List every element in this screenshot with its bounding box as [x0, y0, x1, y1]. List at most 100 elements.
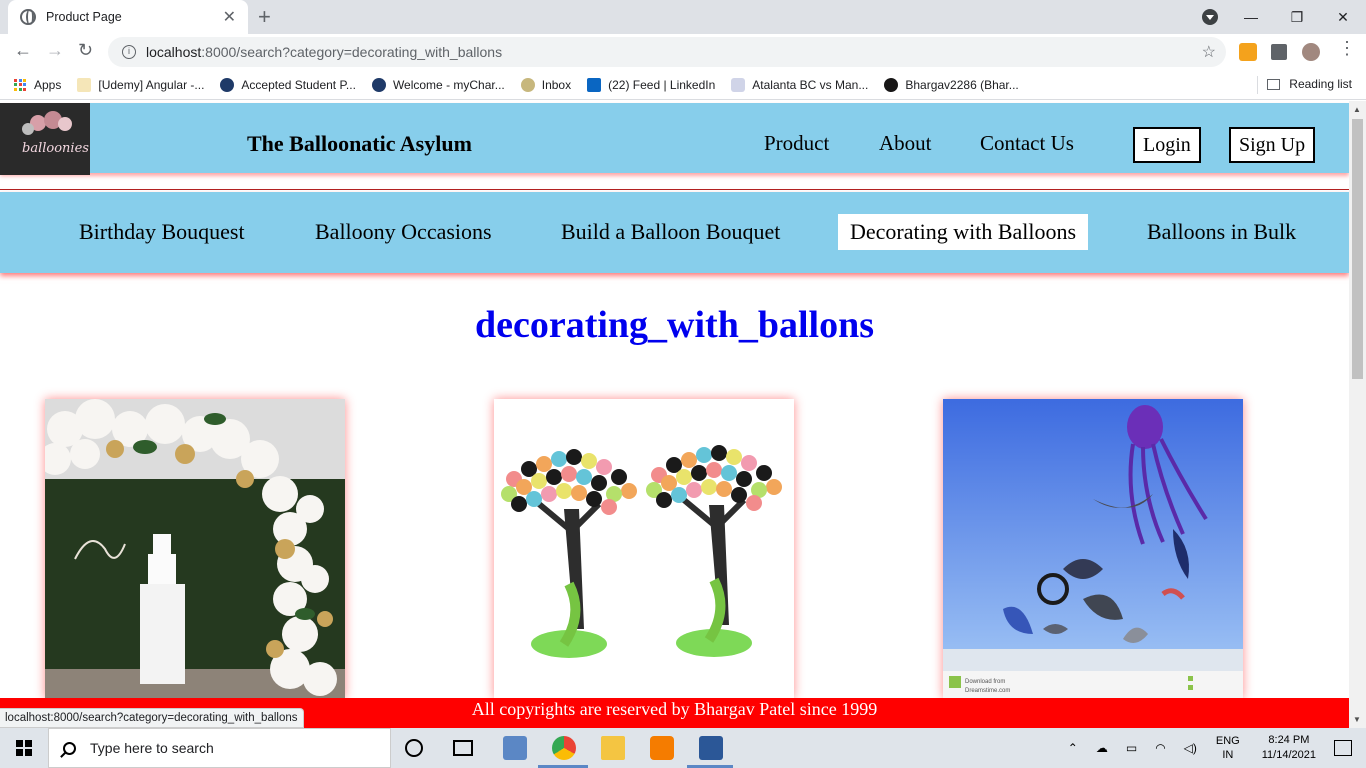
- minimize-icon[interactable]: —: [1228, 9, 1274, 25]
- scrollbar-thumb[interactable]: [1352, 119, 1363, 379]
- bookmark-apps[interactable]: Apps: [14, 78, 61, 92]
- site-info-icon[interactable]: i: [122, 45, 136, 59]
- nav-contact-us[interactable]: Contact Us: [980, 131, 1074, 156]
- bookmark-udemy[interactable]: [Udemy] Angular -...: [77, 77, 204, 92]
- bookmark-atalanta[interactable]: Atalanta BC vs Man...: [731, 77, 868, 92]
- tab-search-icon[interactable]: [1202, 9, 1218, 25]
- wifi-icon[interactable]: ◠: [1155, 741, 1165, 755]
- university-icon: [220, 77, 235, 92]
- site-header: balloonies The Balloonatic Asylum Produc…: [0, 103, 1349, 175]
- new-tab-button[interactable]: +: [258, 4, 271, 30]
- balloon-icon: [58, 117, 72, 131]
- clock-date: 11/14/2021: [1261, 749, 1316, 761]
- university-icon: [371, 77, 386, 92]
- tab-title: Product Page: [46, 10, 122, 24]
- football-icon: [731, 77, 746, 92]
- avatar[interactable]: [1302, 43, 1320, 61]
- chrome-icon[interactable]: [552, 736, 576, 760]
- bookmark-inbox[interactable]: Inbox: [520, 77, 571, 92]
- browser-toolbar: ← → ↻ i localhost:8000/search?category=d…: [0, 34, 1366, 70]
- watermark-line-2: Dreamstime.com: [965, 688, 1010, 694]
- product-card[interactable]: [494, 399, 794, 698]
- computer-icon[interactable]: [503, 736, 527, 760]
- site-title[interactable]: The Balloonatic Asylum: [247, 131, 472, 157]
- taskbar-search-placeholder: Type here to search: [90, 740, 214, 756]
- reload-icon[interactable]: ↻: [78, 40, 93, 61]
- linkedin-icon: [587, 77, 602, 92]
- page-viewport: balloonies The Balloonatic Asylum Produc…: [0, 101, 1349, 698]
- close-window-icon[interactable]: ✕: [1320, 9, 1366, 26]
- category-balloony-occasions[interactable]: Balloony Occasions: [303, 214, 504, 250]
- bookmark-accepted-student[interactable]: Accepted Student P...: [220, 77, 356, 92]
- category-heading: decorating_with_ballons: [474, 304, 875, 346]
- reading-list-icon: [1267, 78, 1281, 90]
- udemy-icon: [77, 77, 92, 92]
- menu-icon[interactable]: ⋮: [1338, 38, 1356, 59]
- address-bar[interactable]: i localhost:8000/search?category=decorat…: [108, 37, 1226, 67]
- extension-icon[interactable]: [1239, 43, 1257, 61]
- bookmark-mycharlotte[interactable]: Welcome - myChar...: [371, 77, 505, 92]
- bookmarks-bar: Apps [Udemy] Angular -... Accepted Stude…: [0, 70, 1366, 100]
- category-balloons-in-bulk[interactable]: Balloons in Bulk: [1135, 214, 1308, 250]
- browser-tab-strip: Product Page ✕ + — ❐ ✕: [0, 0, 1366, 34]
- balloon-icon: [22, 123, 34, 135]
- close-tab-icon[interactable]: ✕: [223, 7, 236, 27]
- language-indicator[interactable]: ENG IN: [1216, 734, 1240, 762]
- restore-icon[interactable]: ❐: [1274, 9, 1320, 26]
- bookmark-linkedin[interactable]: (22) Feed | LinkedIn: [587, 77, 715, 92]
- task-view-icon[interactable]: [453, 740, 473, 756]
- status-bar-url: localhost:8000/search?category=decoratin…: [0, 708, 304, 728]
- github-icon: [884, 77, 899, 92]
- xampp-icon[interactable]: [650, 736, 674, 760]
- login-button[interactable]: Login: [1133, 127, 1201, 163]
- mail-icon: [520, 77, 535, 92]
- reading-list-button[interactable]: Reading list: [1267, 77, 1352, 91]
- category-decorating-with-balloons[interactable]: Decorating with Balloons: [838, 214, 1089, 250]
- watermark-line-1: Download from: [965, 679, 1005, 685]
- page-scrollbar[interactable]: ▲ ▼: [1349, 101, 1366, 728]
- taskbar-clock[interactable]: 8:24 PM 11/14/2021: [1262, 733, 1316, 763]
- apps-grid-icon: [14, 78, 26, 91]
- cloud-icon[interactable]: ☁: [1096, 741, 1108, 755]
- nav-product[interactable]: Product: [764, 131, 829, 156]
- notification-icon[interactable]: [1334, 740, 1352, 756]
- back-icon[interactable]: ←: [14, 40, 32, 61]
- nav-about[interactable]: About: [879, 131, 932, 156]
- copyright-text: All copyrights are reserved by Bhargav P…: [471, 699, 878, 719]
- balloon-trees-image: [494, 399, 794, 698]
- scroll-down-icon[interactable]: ▼: [1353, 715, 1361, 724]
- bookmark-github[interactable]: Bhargav2286 (Bhar...: [884, 77, 1019, 92]
- chevron-up-icon[interactable]: ⌃: [1068, 741, 1078, 755]
- cortana-icon[interactable]: [405, 739, 423, 757]
- url-text: localhost:8000/search?category=decoratin…: [146, 44, 503, 60]
- browser-tab[interactable]: Product Page ✕: [8, 0, 248, 34]
- balloon-arch-image: [45, 399, 345, 698]
- product-card[interactable]: Download from Dreamstime.com: [943, 399, 1243, 698]
- file-explorer-icon[interactable]: [601, 736, 625, 760]
- powershell-icon[interactable]: [699, 736, 723, 760]
- windows-taskbar: Type here to search ⌃ ☁ ▭ ◠ ◁) ENG IN 8:…: [0, 728, 1366, 768]
- volume-icon[interactable]: ◁): [1184, 741, 1197, 755]
- language-code: ENG: [1215, 735, 1240, 747]
- site-logo[interactable]: balloonies: [0, 103, 90, 175]
- clock-time: 8:24 PM: [1268, 734, 1310, 746]
- puzzle-icon[interactable]: [1271, 44, 1287, 60]
- category-birthday-bouquest[interactable]: Birthday Bouquest: [67, 214, 257, 250]
- category-build-a-balloon-bouquet[interactable]: Build a Balloon Bouquet: [549, 214, 792, 250]
- window-controls: — ❐ ✕: [1228, 0, 1366, 34]
- region-code: IN: [1222, 749, 1234, 761]
- battery-icon[interactable]: ▭: [1126, 741, 1137, 755]
- product-card[interactable]: [45, 399, 345, 698]
- system-tray: ⌃ ☁ ▭ ◠ ◁) ENG IN 8:24 PM 11/14/2021: [1059, 728, 1366, 768]
- search-icon: [63, 741, 76, 755]
- bookmark-star-icon[interactable]: ☆: [1202, 42, 1216, 62]
- logo-text: balloonies: [22, 141, 89, 156]
- header-divider: [0, 189, 1349, 190]
- taskbar-search[interactable]: Type here to search: [48, 728, 391, 768]
- windows-start-icon[interactable]: [16, 740, 32, 756]
- forward-icon[interactable]: →: [46, 40, 64, 61]
- bookmarks-divider: [1257, 76, 1258, 94]
- scroll-up-icon[interactable]: ▲: [1353, 105, 1361, 114]
- signup-button[interactable]: Sign Up: [1229, 127, 1316, 163]
- category-bar: Birthday Bouquest Balloony Occasions Bui…: [0, 192, 1349, 273]
